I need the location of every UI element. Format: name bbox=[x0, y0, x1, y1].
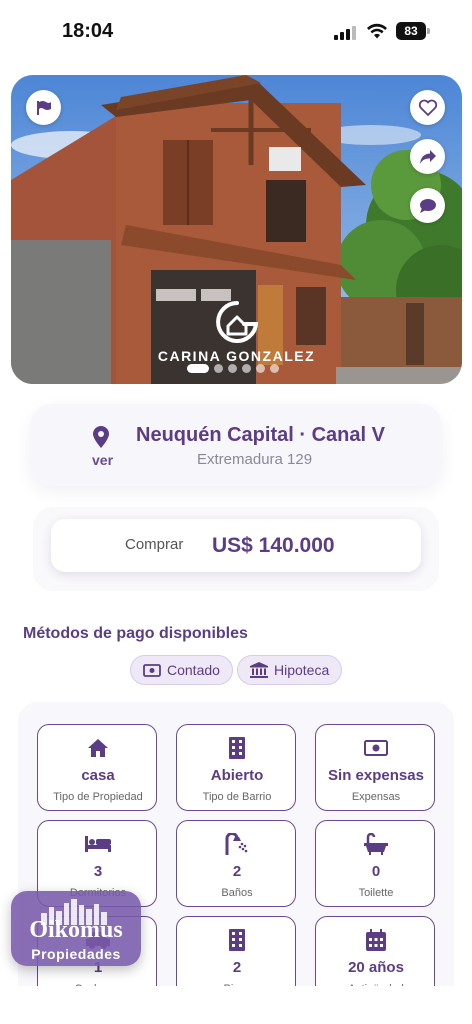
agent-watermark: CARINA GONZALEZ bbox=[11, 300, 462, 364]
payment-chip-hipoteca: Hipoteca bbox=[237, 655, 343, 685]
map-pin-icon bbox=[93, 426, 109, 448]
payment-chip-contado: Contado bbox=[130, 655, 233, 685]
view-map-link[interactable]: ver bbox=[92, 452, 113, 468]
building-icon bbox=[229, 737, 245, 759]
property-photo-carousel[interactable]: CARINA GONZALEZ bbox=[11, 75, 462, 384]
payment-chip-label: Hipoteca bbox=[274, 662, 330, 678]
feature-value: 2 bbox=[232, 863, 242, 880]
calendar-icon bbox=[366, 929, 386, 951]
signal-icon bbox=[334, 25, 358, 40]
battery-level: 83 bbox=[396, 22, 426, 40]
price-card: Comprar US$ 140.000 bbox=[51, 519, 421, 572]
feature-neighborhood-type: Abierto Tipo de Barrio bbox=[176, 724, 296, 811]
money-icon bbox=[143, 663, 161, 677]
feature-bathrooms: 2 Baños bbox=[176, 820, 296, 907]
battery-icon: 83 bbox=[396, 22, 430, 40]
feature-label: Tipo de Barrio bbox=[202, 791, 272, 803]
chat-button[interactable] bbox=[410, 188, 445, 223]
feature-expenses: Sin expensas Expensas bbox=[315, 724, 435, 811]
feature-value: 2 bbox=[232, 959, 242, 976]
carousel-dot[interactable] bbox=[256, 363, 265, 373]
feature-label: Tipo de Propiedad bbox=[53, 791, 143, 803]
price-value: US$ 140.000 bbox=[212, 534, 335, 557]
payment-chip-label: Contado bbox=[167, 662, 220, 678]
favorite-button[interactable] bbox=[410, 90, 445, 125]
agent-logo-icon bbox=[215, 301, 258, 343]
bath-icon bbox=[364, 833, 388, 855]
bank-icon bbox=[250, 662, 268, 678]
payment-methods-title: Métodos de pago disponibles bbox=[23, 625, 248, 642]
location-address: Extremadura 129 bbox=[197, 451, 313, 468]
feature-label: Expensas bbox=[351, 791, 401, 803]
money-icon bbox=[364, 740, 388, 756]
property-detail-screen: 18:04 83 CARINA GONZALEZ ver Neuquén Cap… bbox=[0, 0, 472, 1024]
feature-value: 20 años bbox=[348, 959, 404, 976]
bottom-fade bbox=[0, 986, 472, 1024]
brand-name: Oikomus bbox=[29, 917, 123, 943]
wifi-icon bbox=[367, 23, 387, 39]
building-icon bbox=[229, 929, 245, 951]
share-button[interactable] bbox=[410, 139, 445, 174]
carousel-dot[interactable] bbox=[270, 363, 279, 373]
feature-label: Baños bbox=[221, 887, 253, 899]
status-bar: 18:04 83 bbox=[0, 0, 472, 62]
carousel-dot[interactable] bbox=[228, 363, 237, 373]
carousel-dot[interactable] bbox=[187, 363, 209, 373]
flag-button[interactable] bbox=[26, 90, 61, 125]
chat-icon bbox=[419, 198, 436, 213]
brand-logo-button[interactable]: Oikomus Propiedades bbox=[11, 891, 141, 966]
home-icon bbox=[88, 739, 108, 757]
feature-value: casa bbox=[81, 767, 115, 784]
feature-property-type: casa Tipo de Propiedad bbox=[37, 724, 157, 811]
carousel-dot[interactable] bbox=[214, 363, 223, 373]
heart-icon bbox=[418, 99, 437, 116]
watermark-text: CARINA GONZALEZ bbox=[157, 348, 316, 364]
brand-subtitle: Propiedades bbox=[31, 946, 121, 962]
carousel-indicator[interactable] bbox=[187, 363, 279, 373]
status-time: 18:04 bbox=[62, 20, 114, 42]
feature-toilette: 0 Toilette bbox=[315, 820, 435, 907]
shower-icon bbox=[225, 833, 248, 855]
flag-icon bbox=[36, 100, 51, 115]
operation-type: Comprar bbox=[125, 536, 184, 553]
bed-icon bbox=[85, 836, 111, 852]
share-icon bbox=[419, 149, 436, 164]
features-grid: casa Tipo de Propiedad Abierto Tipo de B… bbox=[18, 702, 454, 1022]
carousel-dot[interactable] bbox=[242, 363, 251, 373]
feature-value: Sin expensas bbox=[328, 767, 424, 784]
location-title: Neuquén Capital · Canal V bbox=[136, 424, 385, 446]
feature-value: 3 bbox=[93, 863, 103, 880]
feature-value: 0 bbox=[371, 863, 381, 880]
feature-value: Abierto bbox=[210, 767, 264, 784]
feature-label: Toilette bbox=[358, 887, 394, 899]
location-card: ver Neuquén Capital · Canal V Extremadur… bbox=[30, 404, 442, 486]
